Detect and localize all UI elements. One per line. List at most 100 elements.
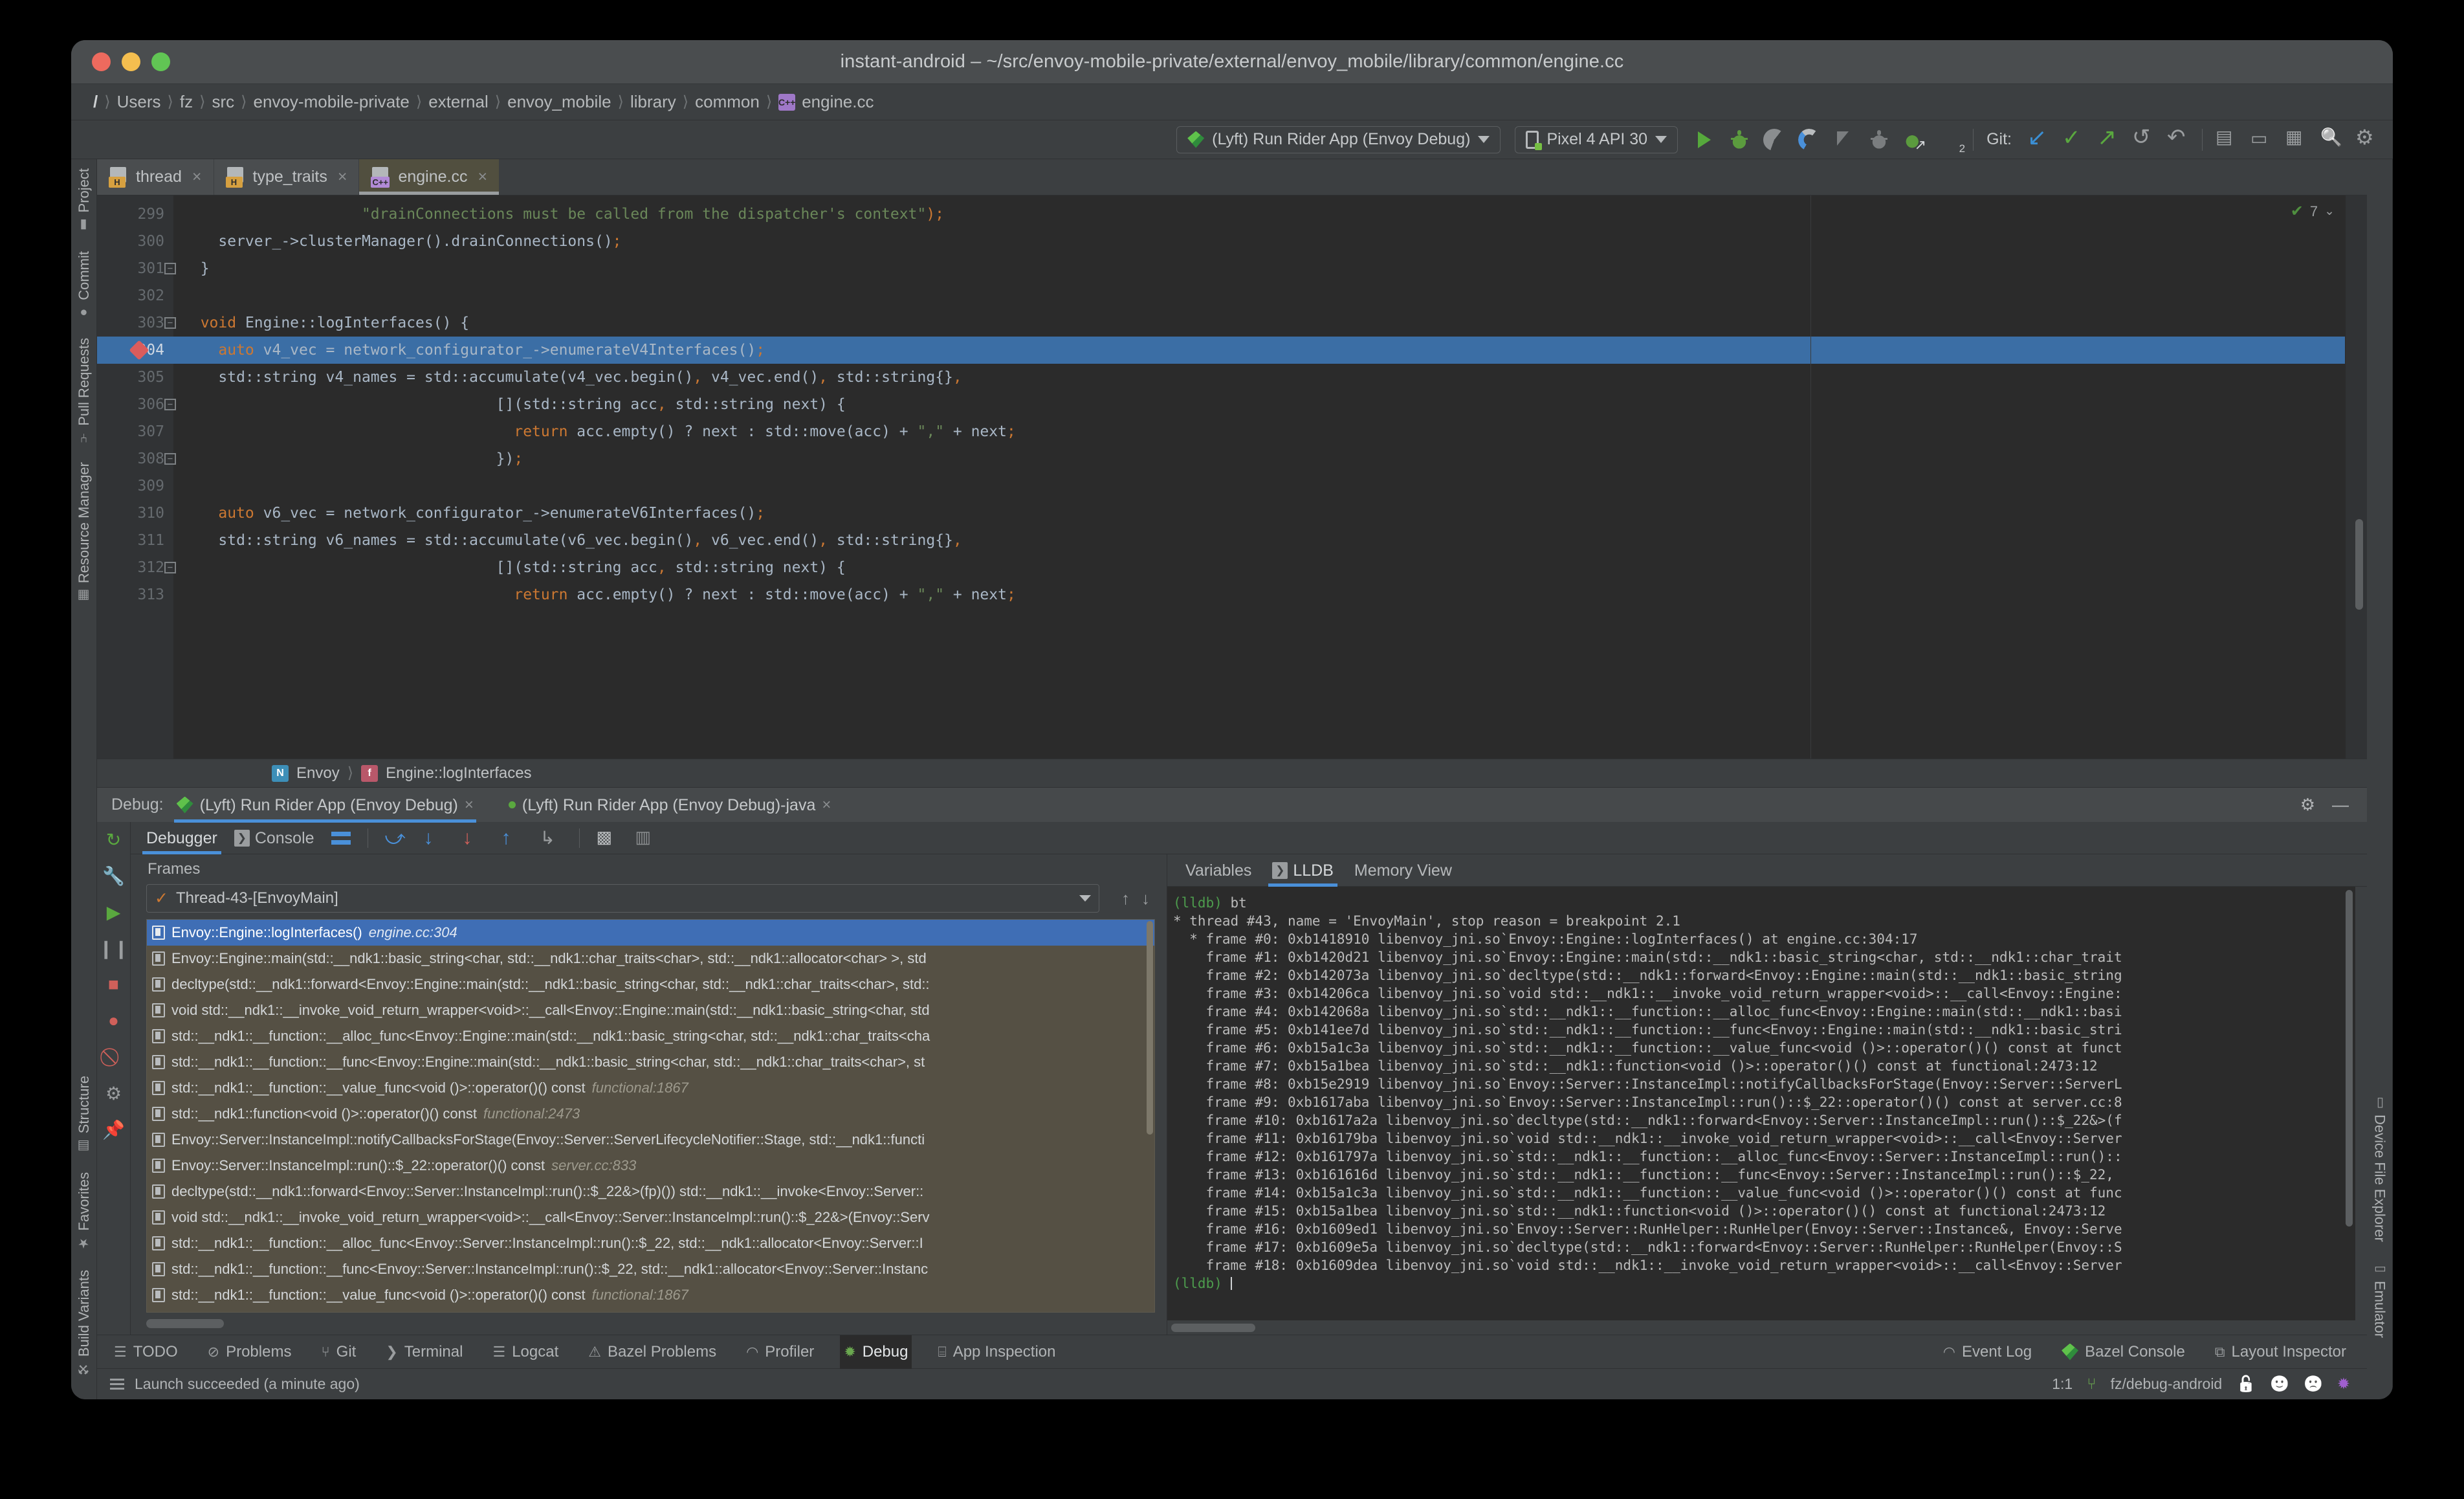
code-line[interactable]: "drainConnections must be called from th… [173,201,2367,228]
debug-icon[interactable] [1728,128,1751,151]
frames-vertical-scrollbar[interactable] [1147,921,1153,1135]
tab-variables[interactable]: Variables [1185,854,1251,887]
editor-scrollbar-thumb[interactable] [2355,519,2363,610]
breadcrumb-item-common[interactable]: common [691,92,764,112]
sidebar-item-project[interactable]: ▮ Project [76,168,93,233]
code-line[interactable]: std::string v6_names = std::accumulate(v… [173,527,2367,554]
code-line[interactable]: }); [173,445,2367,472]
rerun-icon[interactable]: ↻ [103,828,125,850]
frame-row[interactable]: Envoy::Server::InstanceImpl::run()::$_22… [147,1153,1154,1179]
force-step-into-icon[interactable]: ↓ [463,827,485,849]
code-line[interactable]: [](std::string acc, std::string next) { [173,391,2367,418]
tab-lldb[interactable]: ❯ LLDB [1268,854,1337,887]
close-tab-icon[interactable]: × [478,168,487,186]
frame-row[interactable]: void std::__ndk1::__invoke_void_return_w… [147,997,1154,1023]
editor-gutter[interactable]: 299 300 301−302 303−304 305 306−307 308−309 310… [97,195,176,759]
toolwindow-layout-inspector[interactable]: ⧉ Layout Inspector [2211,1335,2350,1369]
code-line[interactable]: auto v6_vec = network_configurator_->enu… [173,500,2367,527]
stop-icon[interactable]: 2 [1938,129,1965,155]
frame-row[interactable]: std::__ndk1::__function::__func<Envoy::E… [147,1049,1154,1075]
code-line[interactable]: std::string v4_names = std::accumulate(v… [173,364,2367,391]
frames-horizontal-scrollbar[interactable] [146,1316,1155,1329]
frame-row[interactable]: std::__ndk1::__function::__value_func<vo… [147,1075,1154,1101]
step-over-icon[interactable]: ⤻ [385,827,407,849]
mute-breakpoints-icon[interactable]: ⃠ [103,1046,125,1068]
sidebar-item-resource-manager[interactable]: ▦ Resource Manager [76,462,93,604]
structure-function-label[interactable]: Engine::logInterfaces [386,764,531,783]
gutter-line[interactable]: 301− [97,255,176,282]
settings-wrench-icon[interactable]: 🔧 [102,865,125,887]
breadcrumb-item-library[interactable]: library [626,92,680,112]
gutter-line[interactable]: 309 [97,472,173,500]
lldb-horizontal-scrollbar[interactable] [1167,1320,2355,1335]
frame-row[interactable]: decltype(std::__ndk1::forward<Envoy::Ser… [147,1179,1154,1205]
status-menu-icon[interactable] [110,1378,124,1390]
code-line[interactable]: return acc.empty() ? next : std::move(ac… [173,418,2367,445]
gutter-line[interactable]: 304 [97,337,173,364]
build-icon[interactable] [2216,126,2238,151]
code-line[interactable]: } [173,255,2367,282]
sidebar-item-device-file-explorer[interactable]: ▯ Device File Explorer [2371,1094,2388,1242]
lldb-vertical-scrollbar[interactable] [2346,890,2353,1227]
gutter-line[interactable]: 305 [97,364,173,391]
frame-row[interactable]: std::__ndk1::function<void ()>::operator… [147,1101,1154,1127]
stop-program-icon[interactable]: ■ [103,973,125,995]
code-line[interactable] [173,282,2367,309]
breadcrumb-item-users[interactable]: Users [113,92,165,112]
pin-tab-icon[interactable]: 📌 [102,1118,125,1140]
frame-row[interactable]: std::__ndk1::__function::__value_func<vo… [147,1282,1154,1308]
code-line[interactable]: void Engine::logInterfaces() { [173,309,2367,337]
frame-row[interactable]: std::__ndk1::__function::__alloc_func<En… [147,1230,1154,1256]
toolwindow-debug[interactable]: ✹ Debug [840,1335,912,1369]
step-out-icon[interactable]: ↑ [501,827,523,849]
lock-open-icon[interactable]: 🔓 [2236,1375,2256,1394]
frame-row[interactable]: std::__ndk1::function<void ()>::operator… [147,1308,1154,1312]
breadcrumb-item-external[interactable]: external [424,92,492,112]
code-line[interactable]: server_->clusterManager().drainConnectio… [173,228,2367,255]
sidebar-item-pull-requests[interactable]: ⑂ Pull Requests [76,338,93,444]
play-icon[interactable] [1693,129,1715,151]
sidebar-item-commit[interactable]: ● Commit [76,251,93,320]
lldb-input-line[interactable]: (lldb) [1173,1274,2355,1293]
editor-tab-type-traits[interactable]: H type_traits × [214,159,360,195]
frame-row[interactable]: Envoy::Server::InstanceImpl::notifyCallb… [147,1127,1154,1153]
toolwindow-logcat[interactable]: ☰ Logcat [489,1335,562,1369]
toolwindow-git[interactable]: ⑂ Git [317,1335,360,1369]
caret-position[interactable]: 1:1 [2052,1375,2073,1393]
git-commit-check-icon[interactable] [2062,125,2084,151]
sdk-manager-icon[interactable] [2285,126,2307,151]
gutter-line[interactable]: 302 [97,282,173,309]
git-update-icon[interactable] [2027,124,2049,151]
tab-memory-view[interactable]: Memory View [1354,854,1452,887]
breadcrumb-item-envoy-mobile[interactable]: envoy_mobile [503,92,615,112]
gutter-line[interactable]: 303− [97,309,176,337]
sidebar-item-favorites[interactable]: ★ Favorites [76,1172,93,1251]
toolwindow-app-inspection[interactable]: ⌸ App Inspection [934,1335,1059,1369]
run-configuration-selector[interactable]: (Lyft) Run Rider App (Envoy Debug) [1176,126,1501,153]
sidebar-item-emulator[interactable]: ▭ Emulator [2371,1260,2388,1338]
debug-session-tab-native[interactable]: (Lyft) Run Rider App (Envoy Debug) × [173,788,477,823]
toolwindow-bazel-problems[interactable]: ⚠ Bazel Problems [584,1335,720,1369]
rerun-debug-icon[interactable] [1868,128,1891,151]
git-push-icon[interactable] [2097,124,2119,151]
editor-scroll-rail[interactable] [2345,195,2367,759]
resume-program-icon[interactable]: ▶ [103,901,125,923]
device-selector[interactable]: Pixel 4 API 30 [1515,126,1678,153]
breadcrumb-item-file[interactable]: C++ engine.cc [775,92,877,112]
structure-namespace-label[interactable]: Envoy [296,764,340,783]
search-icon[interactable] [2320,129,2342,151]
smiley-sad-icon[interactable]: 🙁 [2304,1375,2323,1394]
close-tab-icon[interactable]: × [338,168,347,186]
gutter-line[interactable]: 307 [97,418,173,445]
git-branch-label[interactable]: fz/debug-android [2111,1375,2223,1393]
inspection-status-widget[interactable]: ✔ 7 ⌄ [2291,202,2335,221]
frame-row[interactable]: std::__ndk1::__function::__alloc_func<En… [147,1023,1154,1049]
close-session-icon[interactable]: × [822,788,831,823]
frame-row[interactable]: decltype(std::__ndk1::forward<Envoy::Eng… [147,972,1154,997]
frame-row[interactable]: std::__ndk1::__function::__func<Envoy::S… [147,1256,1154,1282]
minimize-debug-panel-icon[interactable]: — [2332,795,2349,815]
sidebar-item-build-variants[interactable]: ⚒ Build Variants [76,1270,93,1377]
tab-console[interactable]: ❯ Console [234,822,314,854]
drop-frame-icon[interactable]: ↳ [540,827,562,849]
code-editor[interactable]: 299 300 301−302 303−304 305 306−307 308−309 310… [97,195,2367,759]
